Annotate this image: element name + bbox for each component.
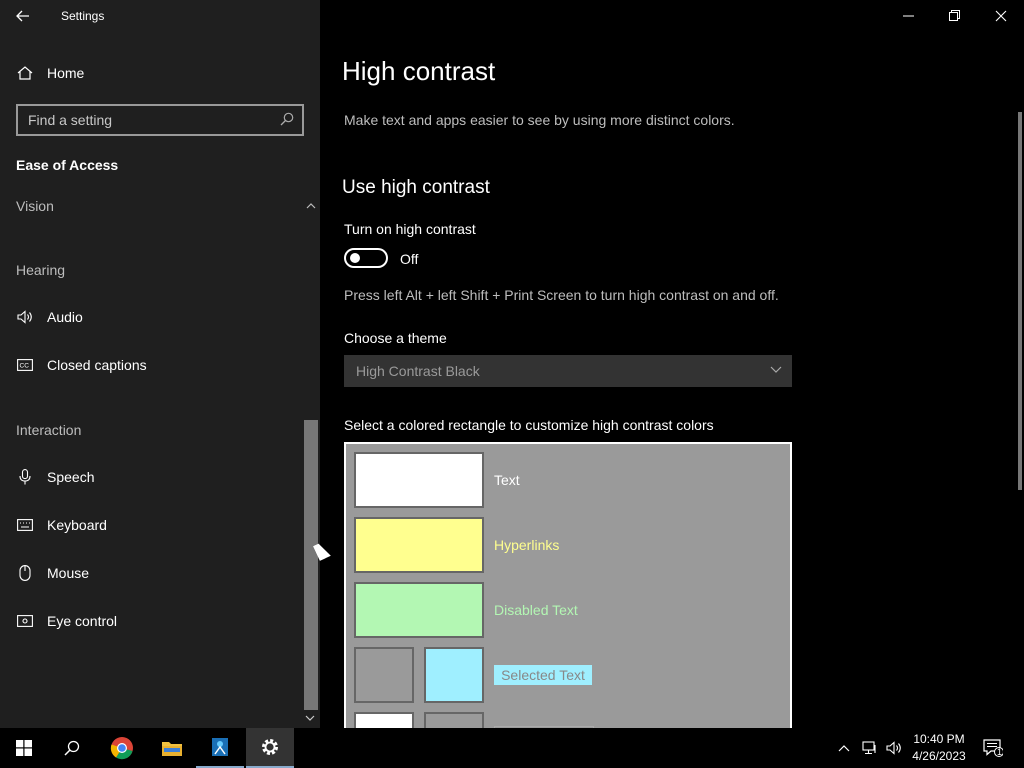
text-color-label: Text: [494, 472, 520, 488]
selected-text-color-swatch[interactable]: [424, 647, 484, 703]
group-label-interaction: Interaction: [16, 422, 82, 438]
sidebar-item-label: Keyboard: [47, 517, 107, 533]
restore-icon: [949, 10, 960, 21]
text-color-swatch[interactable]: [354, 452, 484, 508]
section-title: Ease of Access: [16, 157, 119, 173]
chrome-taskbar-button[interactable]: [98, 728, 146, 768]
minimize-icon: [903, 15, 914, 17]
back-arrow-icon: [16, 10, 29, 22]
chevron-up-icon[interactable]: [306, 201, 316, 212]
taskbar: 10:40 PM 4/26/2023 1: [0, 728, 1024, 768]
notification-count: 1: [997, 747, 1003, 757]
clock-time: 10:40 PM: [913, 732, 965, 746]
keyboard-icon: [16, 519, 34, 531]
minimize-button[interactable]: [886, 0, 932, 32]
search-placeholder: Find a setting: [28, 112, 113, 128]
colors-label: Select a colored rectangle to customize …: [344, 417, 714, 433]
hyperlinks-color-label: Hyperlinks: [494, 537, 560, 553]
folder-icon: [162, 742, 182, 756]
search-input[interactable]: Find a setting: [16, 104, 304, 136]
sidebar-item-label: Mouse: [47, 565, 90, 581]
title-bar: Settings: [0, 0, 320, 32]
sidebar-item-audio[interactable]: Audio: [16, 304, 83, 330]
restore-button[interactable]: [932, 0, 978, 32]
color-customization-panel: Text Hyperlinks Disabled Text Selected T…: [344, 442, 792, 742]
sidebar-item-eye-control[interactable]: Eye control: [16, 608, 117, 634]
volume-icon: [886, 741, 901, 755]
scroll-down-icon[interactable]: [305, 713, 315, 723]
sidebar-item-keyboard[interactable]: Keyboard: [16, 512, 107, 538]
toggle-state-text: Off: [400, 251, 419, 267]
sidebar-item-label: Audio: [47, 309, 83, 325]
group-label-hearing: Hearing: [16, 262, 66, 278]
home-icon: [16, 66, 34, 80]
search-taskbar-button[interactable]: [48, 728, 96, 768]
start-button[interactable]: [0, 728, 48, 768]
network-app-icon: [212, 738, 228, 756]
sidebar-item-closed-captions[interactable]: CC Closed captions: [16, 352, 147, 378]
cc-icon: CC: [16, 359, 34, 371]
selected-text-label: Selected Text: [494, 665, 592, 685]
selected-background-swatch[interactable]: [354, 647, 414, 703]
close-button[interactable]: [978, 0, 1024, 32]
sidebar-item-mouse[interactable]: Mouse: [16, 560, 89, 586]
eye-control-icon: [16, 615, 34, 627]
speaker-icon: [16, 310, 34, 324]
windows-logo-icon: [16, 740, 32, 756]
sidebar-item-label: Speech: [47, 469, 95, 485]
sidebar: Settings Home Find a setting Ease of Acc…: [0, 0, 320, 728]
section-heading: Use high contrast: [342, 177, 490, 198]
toggle-label: Turn on high contrast: [344, 221, 476, 237]
page-title: High contrast: [342, 56, 496, 86]
microphone-icon: [16, 469, 34, 485]
file-explorer-taskbar-button[interactable]: [148, 728, 196, 768]
page-description: Make text and apps easier to see by usin…: [344, 112, 735, 128]
high-contrast-toggle[interactable]: [344, 248, 388, 268]
theme-label: Choose a theme: [344, 330, 447, 346]
clock-date: 4/26/2023: [912, 749, 966, 763]
volume-tray-button[interactable]: [886, 728, 902, 768]
hyperlinks-color-swatch[interactable]: [354, 517, 484, 573]
action-center-button[interactable]: 1: [978, 736, 1008, 760]
chevron-up-icon: [838, 745, 850, 752]
search-icon: [64, 740, 80, 756]
search-icon[interactable]: [280, 112, 294, 129]
theme-dropdown[interactable]: High Contrast Black: [344, 355, 792, 387]
chrome-icon: [110, 737, 133, 760]
home-nav-item[interactable]: Home: [16, 60, 84, 86]
group-label-vision[interactable]: Vision: [16, 198, 54, 214]
home-label: Home: [47, 65, 85, 81]
settings-window: Settings Home Find a setting Ease of Acc…: [0, 0, 1024, 742]
settings-taskbar-button[interactable]: [246, 728, 294, 768]
main-pane: High contrast Make text and apps easier …: [320, 0, 1024, 742]
theme-value: High Contrast Black: [356, 363, 480, 379]
taskbar-clock[interactable]: 10:40 PM 4/26/2023: [904, 731, 974, 765]
toggle-knob: [350, 253, 360, 263]
network-icon: [862, 741, 876, 755]
disabled-text-color-swatch[interactable]: [354, 582, 484, 638]
back-button[interactable]: [0, 0, 46, 32]
sidebar-item-label: Eye control: [47, 613, 118, 629]
mouse-icon: [16, 565, 34, 581]
sidebar-item-speech[interactable]: Speech: [16, 464, 94, 490]
shortcut-hint: Press left Alt + left Shift + Print Scre…: [344, 287, 779, 303]
sidebar-scrollbar[interactable]: [304, 420, 318, 710]
main-scrollbar[interactable]: [1018, 112, 1022, 490]
gear-icon: [262, 739, 278, 755]
close-icon: [995, 10, 1007, 22]
sidebar-item-label: Closed captions: [47, 357, 147, 373]
chevron-down-icon: [770, 363, 782, 377]
disabled-text-color-label: Disabled Text: [494, 602, 578, 618]
app-title: Settings: [61, 9, 105, 23]
network-tray-button[interactable]: [862, 728, 878, 768]
svg-text:CC: CC: [20, 363, 30, 370]
app-taskbar-button[interactable]: [196, 728, 244, 768]
show-hidden-icons-button[interactable]: [838, 728, 850, 768]
